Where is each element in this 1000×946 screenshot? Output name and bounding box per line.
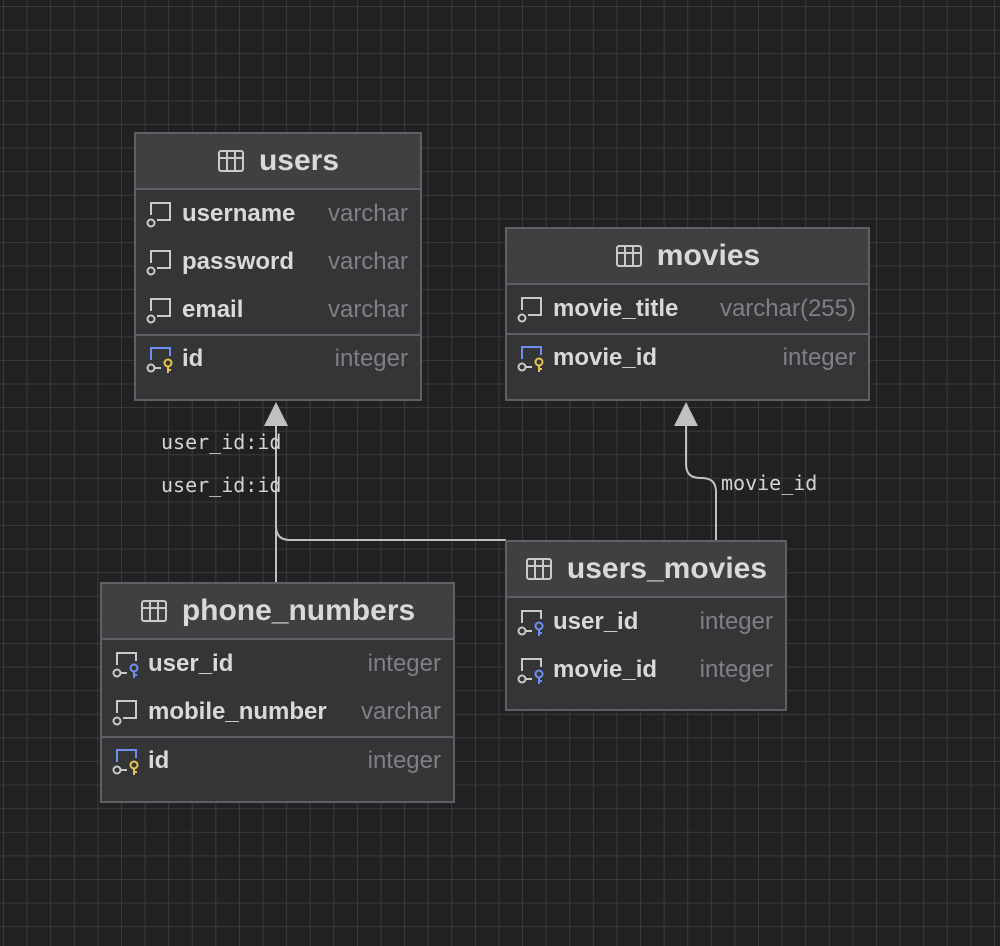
column-type: integer	[699, 656, 773, 683]
relation-label-users-movies-users: user_id:id	[161, 430, 282, 454]
table-icon	[615, 245, 642, 267]
foreign-key-icon	[517, 658, 544, 684]
column-row[interactable]: mobile_number varchar	[102, 688, 453, 736]
column-icon	[112, 700, 137, 726]
column-name: movie_id	[553, 344, 658, 371]
primary-key-icon	[146, 347, 173, 373]
column-row[interactable]: movie_title varchar(255)	[507, 285, 868, 333]
column-icon	[146, 250, 171, 276]
column-type: varchar	[327, 248, 408, 275]
table-header[interactable]: movies	[507, 229, 868, 285]
column-icon	[517, 297, 542, 323]
column-row[interactable]: email varchar	[136, 286, 420, 334]
primary-key-row[interactable]: id integer	[136, 334, 420, 382]
column-type: integer	[782, 344, 856, 371]
primary-key-row[interactable]: id integer	[102, 736, 453, 784]
foreign-key-icon	[517, 610, 544, 636]
table-title: users_movies	[566, 552, 768, 585]
column-row[interactable]: password varchar	[136, 238, 420, 286]
table-header[interactable]: users_movies	[507, 542, 785, 598]
primary-key-icon	[112, 749, 139, 775]
column-icon	[146, 202, 171, 228]
column-name: user_id	[553, 608, 639, 635]
relation-label-phone-numbers-users: user_id:id	[161, 473, 282, 497]
table-phone-numbers[interactable]: phone_numbers user_id integer mobile_num…	[100, 582, 455, 803]
column-name: id	[182, 345, 204, 372]
column-name: movie_title	[553, 295, 679, 322]
table-icon	[140, 600, 167, 622]
primary-key-icon	[517, 346, 544, 372]
column-name: user_id	[148, 650, 234, 677]
table-movies[interactable]: movies movie_title varchar(255) movie_id…	[505, 227, 870, 401]
column-type: integer	[367, 747, 441, 774]
column-row[interactable]: user_id integer	[507, 598, 785, 646]
table-users[interactable]: users username varchar password varchar …	[134, 132, 422, 401]
relation-label-users-movies-movies: movie_id	[721, 471, 818, 495]
column-name: id	[148, 747, 170, 774]
column-type: varchar	[327, 200, 408, 227]
column-row[interactable]: movie_id integer	[507, 646, 785, 694]
column-type: integer	[367, 650, 441, 677]
column-row[interactable]: username varchar	[136, 190, 420, 238]
connector-users-movies-to-movies	[685, 424, 717, 540]
primary-key-row[interactable]: movie_id integer	[507, 333, 868, 381]
connector-users-movies-to-users	[275, 525, 506, 541]
column-type: integer	[334, 345, 408, 372]
table-icon	[525, 558, 552, 580]
arrowhead-users	[264, 402, 288, 426]
column-type: varchar(255)	[719, 295, 856, 322]
column-icon	[146, 298, 171, 324]
column-type: integer	[699, 608, 773, 635]
column-type: varchar	[327, 296, 408, 323]
column-name: mobile_number	[148, 698, 327, 725]
table-icon	[217, 150, 244, 172]
table-title: phone_numbers	[181, 594, 416, 627]
table-header[interactable]: users	[136, 134, 420, 190]
column-name: username	[182, 200, 296, 227]
arrowhead-movies	[674, 402, 698, 426]
table-users-movies[interactable]: users_movies user_id integer movie_id in…	[505, 540, 787, 711]
column-row[interactable]: user_id integer	[102, 640, 453, 688]
column-name: password	[182, 248, 295, 275]
diagram-canvas[interactable]: user_id:id user_id:id movie_id users use…	[0, 0, 1000, 946]
column-name: movie_id	[553, 656, 658, 683]
table-header[interactable]: phone_numbers	[102, 584, 453, 640]
column-name: email	[182, 296, 244, 323]
table-title: users	[258, 144, 340, 177]
table-title: movies	[656, 239, 761, 272]
column-type: varchar	[360, 698, 441, 725]
foreign-key-icon	[112, 652, 139, 678]
